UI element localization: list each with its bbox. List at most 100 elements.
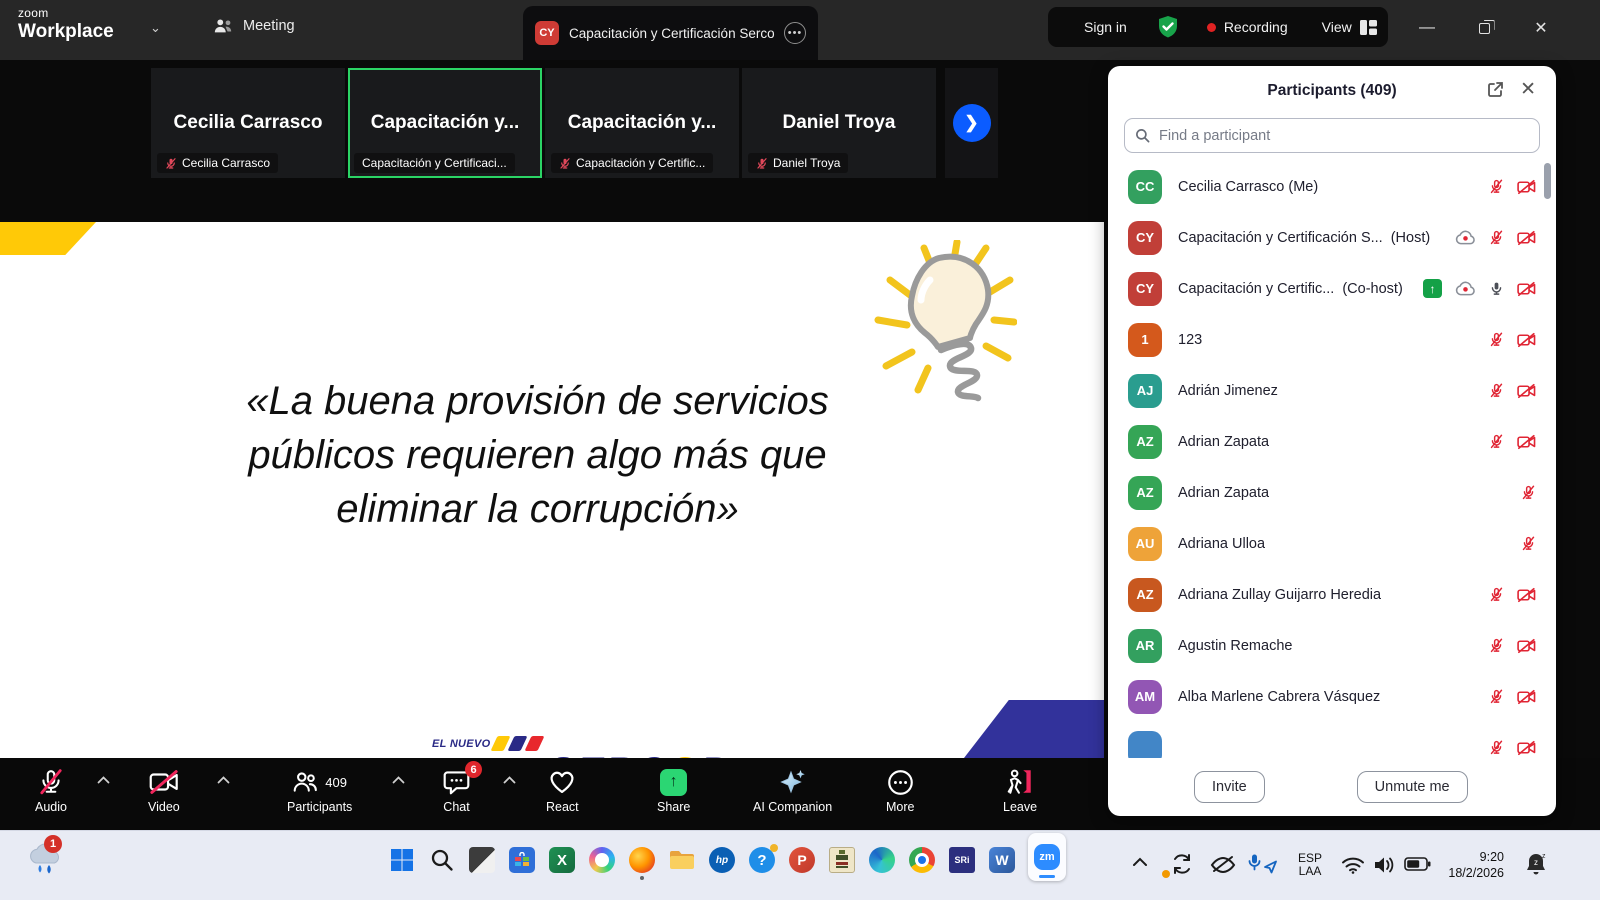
audio-options-caret[interactable] [97, 776, 110, 784]
popout-icon[interactable] [1487, 81, 1504, 98]
running-indicator [640, 876, 644, 880]
participant-name: Adrian Zapata [1178, 485, 1269, 501]
next-page-button[interactable]: ❯ [953, 104, 991, 142]
participant-row[interactable]: AZ Adriana Zullay Guijarro Heredia ↑ [1108, 569, 1556, 620]
participant-row[interactable]: AM Alba Marlene Cabrera Vásquez ↑ [1108, 671, 1556, 722]
chat-options-caret[interactable] [503, 776, 516, 784]
search-icon[interactable] [428, 846, 456, 874]
video-tile[interactable]: Capacitación y... Capacitación y Certifi… [545, 68, 739, 178]
recording-cloud-icon [1455, 281, 1476, 296]
video-button[interactable]: Video [148, 767, 180, 814]
scrollbar-thumb[interactable] [1544, 163, 1551, 199]
desktop-app-icon[interactable] [468, 846, 496, 874]
word-icon[interactable]: W [988, 846, 1016, 874]
edge-icon[interactable] [868, 846, 896, 874]
participant-row[interactable]: AJ Adrián Jimenez ↑ [1108, 365, 1556, 416]
search-input[interactable] [1157, 127, 1529, 145]
taskbar-icons: X hp ? P [388, 846, 1066, 874]
time: 9:20 [1438, 849, 1504, 865]
ai-companion-button[interactable]: AI Companion [753, 767, 832, 814]
unmute-me-button[interactable]: Unmute me [1357, 771, 1468, 803]
participant-row[interactable]: CY Capacitación y Certific... (Co-host) … [1108, 263, 1556, 314]
participant-row[interactable]: AZ Adrian Zapata ↑ [1108, 416, 1556, 467]
chat-button[interactable]: 6 Chat [443, 767, 470, 814]
mic-on-icon [1489, 280, 1504, 297]
participant-row[interactable]: ↑ [1108, 722, 1556, 758]
audio-button[interactable]: Audio [35, 767, 67, 814]
close-button[interactable]: ✕ [1529, 16, 1553, 40]
participants-panel: Participants (409) ✕ CC Cecilia Carrasco… [1108, 66, 1556, 816]
privacy-eye-off-icon[interactable] [1210, 854, 1236, 874]
tab-meeting[interactable]: Meeting [213, 17, 295, 35]
invite-button[interactable]: Invite [1194, 771, 1265, 803]
close-panel-icon[interactable]: ✕ [1520, 78, 1536, 101]
tab-more-icon[interactable]: ••• [784, 22, 806, 44]
tab-meeting-label: Meeting [243, 18, 295, 34]
language-indicator[interactable]: ESP LAA [1292, 852, 1328, 878]
leave-button[interactable]: Leave [1003, 767, 1037, 814]
view-grid-icon[interactable] [1360, 20, 1377, 35]
tile-nameplate: Capacitación y Certificaci... [354, 153, 515, 173]
hp-icon[interactable]: hp [708, 846, 736, 874]
video-options-caret[interactable] [217, 776, 230, 784]
battery-icon[interactable] [1404, 857, 1431, 871]
mic-location-indicators[interactable] [1248, 853, 1278, 875]
video-off-icon [149, 767, 179, 797]
excel-icon[interactable]: X [548, 846, 576, 874]
muted-mic-icon [559, 157, 571, 170]
security-shield-icon[interactable] [1157, 15, 1179, 39]
participant-search[interactable] [1124, 118, 1540, 153]
participant-row[interactable]: AU Adriana Ulloa ↑ [1108, 518, 1556, 569]
video-tile-active-speaker[interactable]: Capacitación y... Capacitación y Certifi… [348, 68, 542, 178]
participant-name: Cecilia Carrasco (Me) [1178, 179, 1318, 195]
participants-button[interactable]: 409 Participants [287, 767, 352, 814]
participant-row[interactable]: AR Agustin Remache ↑ [1108, 620, 1556, 671]
tile-nameplate: Cecilia Carrasco [157, 153, 278, 173]
participants-options-caret[interactable] [392, 776, 405, 784]
help-icon[interactable]: ? [748, 846, 776, 874]
volume-icon[interactable] [1372, 855, 1396, 875]
sign-in-button[interactable]: Sign in [1084, 19, 1127, 35]
tray-chevron-icon[interactable] [1132, 857, 1148, 867]
powerpoint-icon[interactable]: P [788, 846, 816, 874]
participant-row[interactable]: AZ Adrian Zapata ↑ [1108, 467, 1556, 518]
notification-badge: 1 [44, 835, 62, 853]
alert-dot [770, 844, 778, 852]
share-button[interactable]: ↑ Share [657, 767, 690, 814]
participant-row[interactable]: CC Cecilia Carrasco (Me) ↑ [1108, 161, 1556, 212]
sri-icon[interactable]: SRi [948, 846, 976, 874]
participant-name: Alba Marlene Cabrera Vásquez [1178, 689, 1380, 705]
slide-blue-decoration [964, 700, 1104, 758]
muted-mic-icon [1489, 433, 1504, 450]
react-button[interactable]: React [546, 767, 579, 814]
weather-widget[interactable]: 1 [24, 843, 64, 879]
tab-active-meeting[interactable]: CY Capacitación y Certificación Serco ••… [523, 6, 818, 60]
participant-row[interactable]: CY Capacitación y Certificación S... (Ho… [1108, 212, 1556, 263]
sync-icon[interactable] [1170, 852, 1194, 876]
file-explorer-icon[interactable] [668, 846, 696, 874]
video-tile[interactable]: Daniel Troya Daniel Troya [742, 68, 936, 178]
participant-role: (Co-host) [1342, 281, 1402, 297]
firefox-icon[interactable] [628, 846, 656, 874]
copilot-icon[interactable] [588, 846, 616, 874]
recording-label: Recording [1224, 19, 1288, 35]
notifications-bell-icon[interactable]: zz [1524, 852, 1548, 878]
chat-badge: 6 [465, 761, 482, 778]
chrome-icon[interactable] [908, 846, 936, 874]
participant-row[interactable]: 1 123 ↑ [1108, 314, 1556, 365]
participants-list[interactable]: CC Cecilia Carrasco (Me) ↑ CY [1108, 161, 1556, 758]
start-button[interactable] [388, 846, 416, 874]
video-tile[interactable]: Cecilia Carrasco Cecilia Carrasco [151, 68, 345, 178]
minimize-button[interactable]: — [1415, 16, 1439, 40]
view-button[interactable]: View [1322, 19, 1352, 35]
quote-line: públicos requieren algo más que [0, 428, 1075, 482]
wifi-icon[interactable] [1341, 856, 1365, 874]
recording-cloud-icon [1455, 230, 1476, 245]
app-box-icon[interactable] [828, 846, 856, 874]
zoom-app-icon[interactable]: zm [1028, 846, 1066, 874]
taskbar-clock[interactable]: 9:20 18/2/2026 [1438, 849, 1504, 881]
more-button[interactable]: More [886, 767, 914, 814]
restore-button[interactable] [1472, 16, 1496, 40]
microsoft-store-icon[interactable] [508, 846, 536, 874]
chevron-down-icon[interactable]: ⌄ [150, 20, 161, 36]
